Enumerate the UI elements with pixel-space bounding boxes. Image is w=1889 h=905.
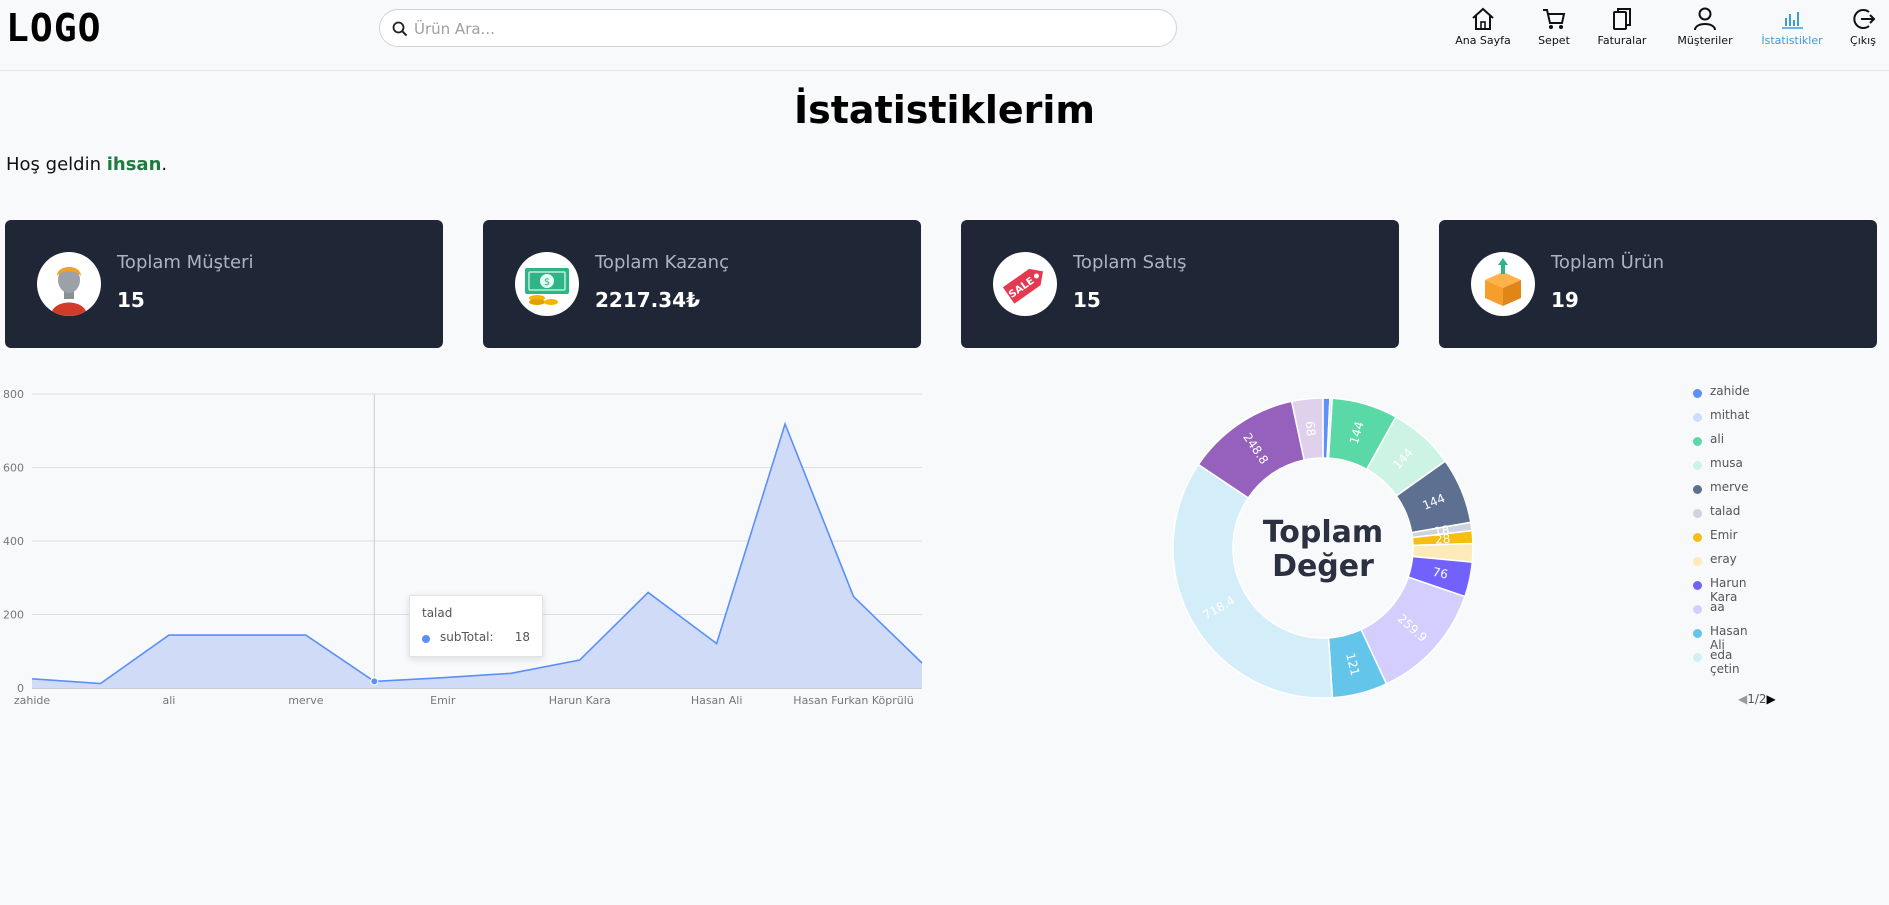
search-icon (392, 21, 408, 37)
legend-marker (1693, 533, 1702, 542)
stat-label: Toplam Ürün (1551, 252, 1665, 273)
legend-label: mithat (1710, 408, 1750, 422)
x-tick-label: zahide (14, 694, 51, 707)
nav-label: Müşteriler (1677, 34, 1733, 47)
username: ihsan (106, 154, 162, 175)
x-tick-label: merve (288, 694, 324, 707)
welcome-prefix: Hoş geldin (6, 154, 107, 175)
stat-label: Toplam Kazanç (595, 252, 729, 273)
legend-label: eray (1710, 552, 1737, 566)
legend-next-button[interactable]: ▶ (1767, 692, 1776, 706)
stat-value: 2217.34₺ (595, 288, 701, 312)
stat-label: Toplam Müşteri (117, 252, 254, 273)
welcome-suffix: . (161, 154, 168, 175)
legend-marker (1693, 557, 1702, 566)
chart-icon (1782, 12, 1803, 29)
legend-marker (1693, 485, 1702, 494)
stat-value: 15 (1073, 288, 1101, 312)
nav-label: Ana Sayfa (1455, 34, 1511, 47)
nav-statistics[interactable]: İstatistikler (1759, 6, 1825, 47)
customer-avatar-icon (37, 252, 101, 316)
welcome-message: Hoş geldin ihsan. (6, 154, 167, 175)
legend-label: aa (1710, 600, 1725, 614)
nav-home[interactable]: Ana Sayfa (1452, 6, 1514, 47)
slice-label: 68 (1303, 420, 1319, 437)
legend-label: talad (1710, 504, 1741, 518)
legend-marker (1693, 653, 1702, 662)
stat-card-sales: SALE Toplam Satış 15 (961, 220, 1399, 348)
nav-label: Çıkış (1850, 34, 1876, 47)
logout-icon (1853, 9, 1876, 29)
money-icon: $ (515, 252, 579, 316)
nav-label: Faturalar (1597, 34, 1647, 47)
data-point (370, 677, 379, 686)
legend-prev-button[interactable]: ◀ (1738, 692, 1747, 706)
stat-label: Toplam Satış (1073, 252, 1187, 273)
stat-card-products: Toplam Ürün 19 (1439, 220, 1877, 348)
nav-label: Sepet (1538, 34, 1570, 47)
nav-label: İstatistikler (1761, 34, 1823, 47)
area-chart[interactable]: 0200400600800zahide ali merve Emir Harun Kar… (0, 378, 930, 718)
cart-icon (1543, 9, 1566, 29)
legend-label: zahide (1710, 384, 1750, 398)
home-icon (1472, 7, 1494, 30)
tooltip-key: subTotal: (440, 630, 494, 644)
stat-value: 15 (117, 288, 145, 312)
legend-label: merve (1710, 480, 1749, 494)
legend-marker (1693, 605, 1702, 614)
legend-marker (1693, 413, 1702, 422)
tooltip-title: talad (422, 606, 453, 620)
nav-logout[interactable]: Çıkış (1848, 6, 1878, 47)
stat-card-customers: Toplam Müşteri 15 (5, 220, 443, 348)
nav-cart[interactable]: Sepet (1537, 6, 1571, 47)
y-tick-label: 400 (3, 535, 24, 548)
x-tick-label: Harun Kara (549, 694, 611, 707)
product-box-icon (1471, 252, 1535, 316)
stat-value: 19 (1551, 288, 1579, 312)
chart-tooltip: talad subTotal: 18 (409, 595, 543, 657)
donut-center-title: Toplam (1263, 515, 1383, 550)
x-tick-label: ali (162, 694, 175, 707)
y-tick-label: 600 (3, 462, 24, 475)
legend-label: Emir (1710, 528, 1738, 542)
invoices-icon (1613, 8, 1631, 30)
legend-marker (1693, 389, 1702, 398)
user-icon (1694, 7, 1716, 31)
x-tick-label: Hasan Ali (691, 694, 743, 707)
legend-marker (1693, 461, 1702, 470)
legend-marker (1693, 437, 1702, 446)
legend-pager: ◀1/2▶ (1738, 692, 1776, 706)
legend-page-indicator: 1/2 (1747, 692, 1767, 706)
top-navbar: LOGO Ana Sayfa Sepet Faturalar (0, 0, 1889, 71)
donut-chart[interactable]: 144144144182876259.9121718.4248.868Topla… (1160, 390, 1480, 710)
search-bar[interactable] (379, 9, 1177, 47)
page-title: İstatistiklerim (794, 88, 1095, 132)
nav-invoices[interactable]: Faturalar (1594, 6, 1650, 47)
legend-marker (1693, 509, 1702, 518)
legend-label: musa (1710, 456, 1743, 470)
logo[interactable]: LOGO (6, 6, 102, 50)
legend-marker (1693, 629, 1702, 638)
tooltip-value: 18 (514, 630, 530, 644)
tooltip-marker (422, 635, 430, 643)
sale-tag-icon: SALE (993, 252, 1057, 316)
stat-card-revenue: $ Toplam Kazanç 2217.34₺ (483, 220, 921, 348)
donut-center-title: Değer (1272, 549, 1374, 584)
x-tick-label: Hasan Furkan Köprülü (793, 694, 913, 707)
legend-marker (1693, 581, 1702, 590)
y-tick-label: 800 (3, 388, 24, 401)
search-input[interactable] (412, 16, 1156, 42)
legend-label: eda çetin (1710, 648, 1740, 676)
svg-text:$: $ (544, 277, 550, 288)
nav-customers[interactable]: Müşteriler (1674, 6, 1736, 47)
legend-label: ali (1710, 432, 1725, 446)
x-tick-label: Emir (430, 694, 456, 707)
y-tick-label: 200 (3, 609, 24, 622)
